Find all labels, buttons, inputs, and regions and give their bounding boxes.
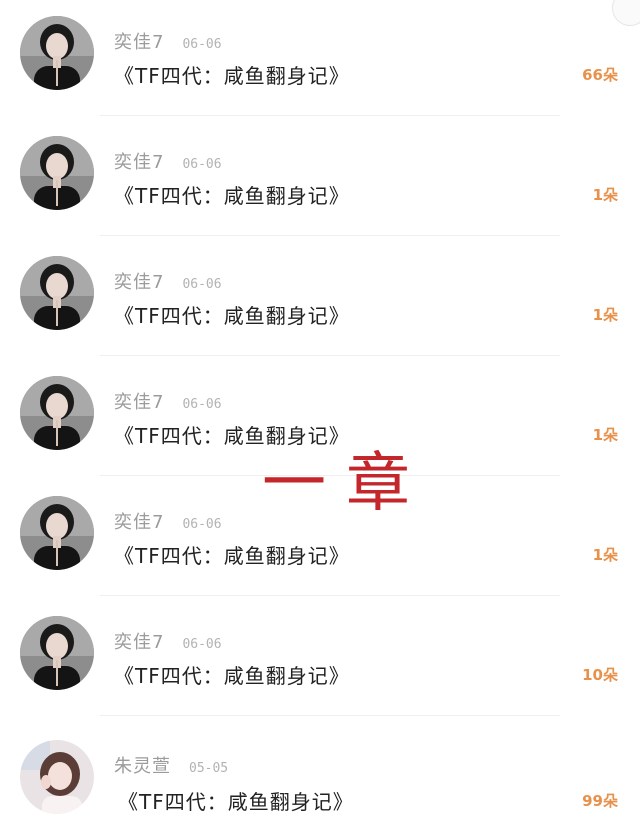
username[interactable]: 奕佳7 — [114, 268, 164, 294]
username[interactable]: 奕佳7 — [114, 28, 164, 54]
avatar[interactable] — [20, 256, 94, 330]
divider — [100, 595, 560, 596]
comment-date: 06-06 — [182, 277, 222, 292]
comment-meta: 朱灵萱 05-05 — [114, 752, 229, 778]
book-title[interactable]: 《TF四代：咸鱼翻身记》 — [114, 300, 350, 329]
comment-date: 06-06 — [182, 637, 222, 652]
divider — [100, 115, 560, 116]
comment-date: 06-06 — [182, 37, 222, 52]
flower-count: 66朵 — [582, 66, 618, 84]
book-title[interactable]: 《TF四代：咸鱼翻身记》 — [118, 786, 354, 815]
comment-meta: 奕佳7 06-06 — [114, 268, 222, 294]
book-title[interactable]: 《TF四代：咸鱼翻身记》 — [114, 420, 350, 449]
divider — [100, 715, 560, 716]
flower-count: 1朵 — [592, 186, 618, 204]
avatar[interactable] — [20, 616, 94, 690]
username[interactable]: 奕佳7 — [114, 148, 164, 174]
list-item[interactable]: 朱灵萱 05-05 《TF四代：咸鱼翻身记》 99朵 — [0, 720, 640, 840]
flower-count: 1朵 — [592, 426, 618, 444]
divider — [100, 235, 560, 236]
divider — [100, 355, 560, 356]
comment-date: 06-06 — [182, 517, 222, 532]
list-item[interactable]: 奕佳7 06-06 《TF四代：咸鱼翻身记》 10朵 — [0, 600, 640, 720]
flower-count: 10朵 — [582, 666, 618, 684]
avatar[interactable] — [20, 136, 94, 210]
avatar[interactable] — [20, 496, 94, 570]
username[interactable]: 奕佳7 — [114, 508, 164, 534]
avatar[interactable] — [20, 16, 94, 90]
list-item[interactable]: 奕佳7 06-06 《TF四代：咸鱼翻身记》 1朵 — [0, 240, 640, 360]
username[interactable]: 奕佳7 — [114, 388, 164, 414]
username[interactable]: 朱灵萱 — [114, 752, 171, 778]
comment-meta: 奕佳7 06-06 — [114, 28, 222, 54]
comment-date: 05-05 — [189, 761, 229, 776]
flower-count: 99朵 — [582, 792, 618, 810]
list-item[interactable]: 奕佳7 06-06 《TF四代：咸鱼翻身记》 1朵 — [0, 120, 640, 240]
flower-count: 1朵 — [592, 306, 618, 324]
comment-date: 06-06 — [182, 397, 222, 412]
comment-meta: 奕佳7 06-06 — [114, 508, 222, 534]
book-title[interactable]: 《TF四代：咸鱼翻身记》 — [114, 660, 350, 689]
list-item[interactable]: 奕佳7 06-06 《TF四代：咸鱼翻身记》 66朵 — [0, 0, 640, 120]
comment-date: 06-06 — [182, 157, 222, 172]
comment-meta: 奕佳7 06-06 — [114, 388, 222, 414]
comment-meta: 奕佳7 06-06 — [114, 628, 222, 654]
username[interactable]: 奕佳7 — [114, 628, 164, 654]
avatar[interactable] — [20, 740, 94, 814]
avatar[interactable] — [20, 376, 94, 450]
overlay-caption: 一章 — [262, 447, 430, 521]
flower-count: 1朵 — [592, 546, 618, 564]
book-title[interactable]: 《TF四代：咸鱼翻身记》 — [114, 540, 350, 569]
book-title[interactable]: 《TF四代：咸鱼翻身记》 — [114, 60, 350, 89]
comment-meta: 奕佳7 06-06 — [114, 148, 222, 174]
book-title[interactable]: 《TF四代：咸鱼翻身记》 — [114, 180, 350, 209]
